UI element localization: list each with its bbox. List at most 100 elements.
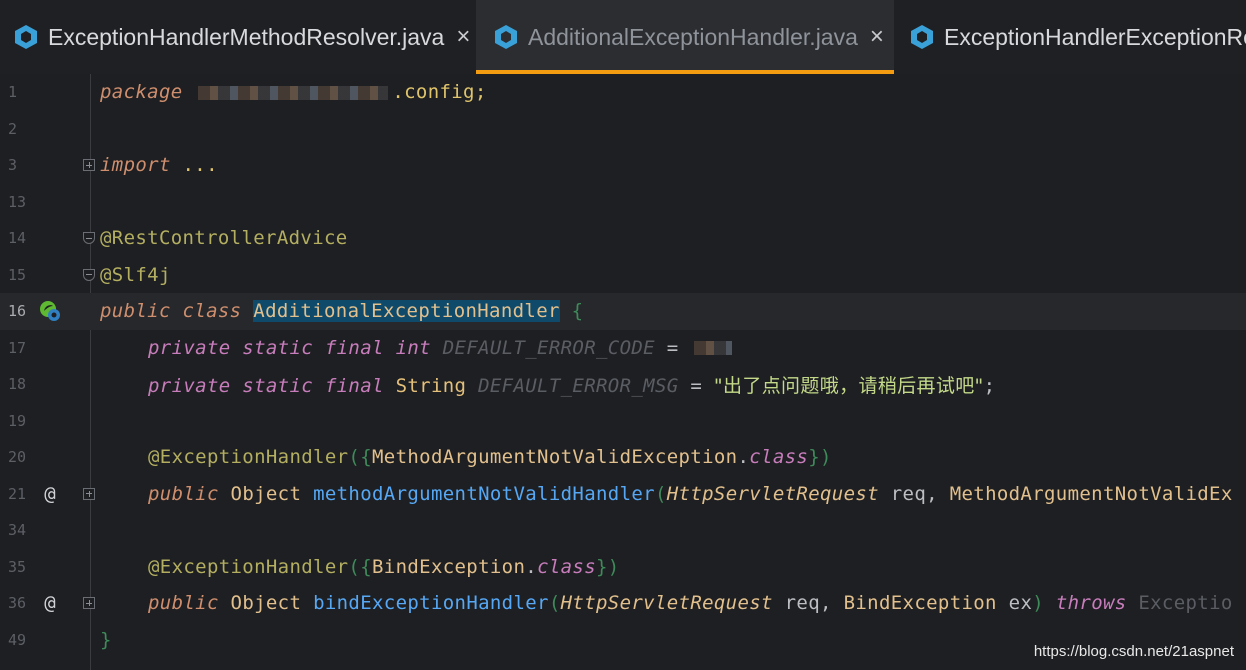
watermark: https://blog.csdn.net/21aspnet: [1033, 643, 1234, 660]
code-text: public class AdditionalExceptionHandler …: [100, 300, 584, 323]
code-text: @ExceptionHandler({BindException.class}): [148, 556, 620, 578]
line-number: 17: [8, 338, 27, 357]
tab-exception-handler-exception-resolver[interactable]: ExceptionHandlerExceptionResolver.java: [894, 0, 1246, 74]
method-name: bindExceptionHandler: [313, 592, 549, 615]
line-number: 13: [8, 192, 27, 211]
code-text: package .config;: [100, 81, 487, 103]
tab-exception-handler-method-resolver[interactable]: ExceptionHandlerMethodResolver.java ×: [0, 0, 476, 74]
annotation: @Slf4j: [100, 263, 171, 286]
spring-bean-icon-glyph: [40, 301, 60, 322]
code-line[interactable]: 3 import ...: [0, 147, 1246, 184]
semicolon: ;: [983, 374, 996, 397]
return-type: Object: [230, 592, 302, 615]
package-suffix: .config;: [392, 81, 487, 104]
param-name: req: [890, 482, 927, 505]
line-number: 18: [8, 375, 27, 394]
line-number: 2: [8, 119, 18, 138]
code-text: }: [100, 629, 112, 651]
code-line[interactable]: 1 package .config;: [0, 74, 1246, 111]
param-name: req: [784, 592, 821, 615]
spring-bean-icon[interactable]: [38, 299, 62, 323]
line-number: 35: [8, 557, 27, 576]
tab-label: ExceptionHandlerExceptionResolver.java: [944, 23, 1246, 50]
line-number: 34: [8, 521, 27, 540]
modifiers: private static final: [148, 336, 384, 359]
type: String: [395, 374, 467, 397]
code-line[interactable]: 34: [0, 512, 1246, 549]
code-editor[interactable]: 1 package .config; 2 3 import ... 13 14 …: [0, 74, 1246, 670]
code-text: @Slf4j: [100, 264, 171, 286]
tab-label: AdditionalExceptionHandler.java: [528, 23, 858, 50]
line-number: 14: [8, 229, 27, 248]
code-line[interactable]: 20 @ExceptionHandler({MethodArgumentNotV…: [0, 439, 1246, 476]
code-text: public Object methodArgumentNotValidHand…: [148, 483, 1233, 505]
keyword: class: [537, 555, 597, 578]
paren: }): [596, 555, 620, 578]
tab-additional-exception-handler[interactable]: AdditionalExceptionHandler.java ×: [476, 0, 894, 74]
keyword: package: [100, 81, 183, 104]
line-number: 49: [8, 630, 27, 649]
keyword: import: [100, 154, 171, 177]
exception-type: Exceptio: [1138, 592, 1233, 615]
method-name: methodArgumentNotValidHandler: [313, 482, 655, 505]
override-marker-icon[interactable]: @: [38, 591, 62, 615]
keyword: public: [148, 482, 219, 505]
code-line[interactable]: 14 @RestControllerAdvice: [0, 220, 1246, 257]
code-line[interactable]: 36 @ public Object bindExceptionHandler(…: [0, 585, 1246, 622]
keyword: public: [148, 592, 219, 615]
code-line[interactable]: 21 @ public Object methodArgumentNotVali…: [0, 476, 1246, 513]
override-marker-icon[interactable]: @: [38, 482, 62, 506]
comma: ,: [820, 592, 844, 615]
string-literal: "出了点问题哦，请稍后再试吧": [713, 374, 984, 397]
code-line[interactable]: 2: [0, 111, 1246, 148]
line-number: 19: [8, 411, 27, 430]
line-number: 36: [8, 594, 27, 613]
code-text: public Object bindExceptionHandler(HttpS…: [148, 592, 1233, 614]
folded-imports[interactable]: ...: [171, 154, 218, 176]
fold-expand-icon[interactable]: [83, 159, 95, 172]
annotation: @RestControllerAdvice: [100, 227, 348, 250]
assign: =: [678, 374, 714, 397]
code-line[interactable]: 18 private static final String DEFAULT_E…: [0, 366, 1246, 403]
fold-expand-icon[interactable]: [83, 597, 95, 610]
modifiers: private static final: [148, 374, 384, 397]
line-number: 21: [8, 484, 27, 503]
close-icon[interactable]: ×: [456, 23, 470, 51]
code-line[interactable]: 15 @Slf4j: [0, 257, 1246, 294]
java-class-file-icon: [911, 25, 933, 49]
annotation: @ExceptionHandler: [148, 446, 349, 469]
keyword: throws: [1055, 592, 1127, 615]
code-line[interactable]: 17 private static final int DEFAULT_ERRO…: [0, 330, 1246, 367]
line-number: 16: [8, 302, 27, 321]
code-text: @ExceptionHandler({MethodArgumentNotVali…: [148, 446, 832, 468]
type: int: [395, 336, 431, 359]
return-type: Object: [230, 482, 302, 505]
param-name: ex: [1008, 592, 1033, 615]
redacted-value: [694, 341, 733, 356]
class-name-selected[interactable]: AdditionalExceptionHandler: [253, 300, 560, 323]
paren: ): [1032, 592, 1045, 615]
fold-collapse-icon[interactable]: [83, 232, 95, 245]
fold-collapse-icon[interactable]: [83, 268, 95, 281]
code-text: private static final String DEFAULT_ERRO…: [148, 371, 995, 398]
param-type: HttpServletRequest: [666, 482, 879, 505]
param-type: HttpServletRequest: [560, 592, 773, 615]
keyword: class: [749, 446, 809, 469]
paren: (: [654, 482, 667, 505]
annotation: @ExceptionHandler: [148, 555, 349, 578]
line-number: 15: [8, 265, 27, 284]
keyword: public: [100, 300, 171, 323]
fold-expand-icon[interactable]: [83, 487, 95, 500]
dot: .: [525, 555, 538, 578]
brace: {: [571, 300, 584, 323]
code-text: @RestControllerAdvice: [100, 227, 348, 249]
code-line[interactable]: 19: [0, 403, 1246, 440]
paren: (: [548, 592, 561, 615]
close-icon[interactable]: ×: [870, 23, 884, 51]
param-type: BindException: [843, 592, 997, 615]
code-line[interactable]: 13: [0, 184, 1246, 221]
code-line[interactable]: 35 @ExceptionHandler({BindException.clas…: [0, 549, 1246, 586]
keyword: class: [182, 300, 242, 323]
code-line-current[interactable]: 16 public class AdditionalExceptionHandl…: [0, 293, 1246, 330]
paren: }): [808, 446, 832, 469]
